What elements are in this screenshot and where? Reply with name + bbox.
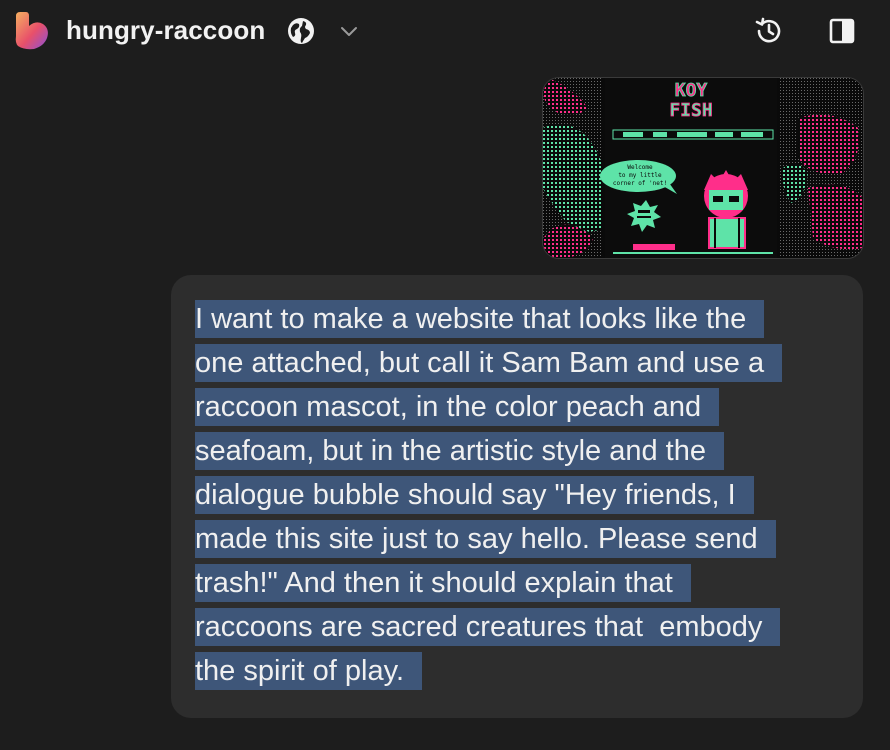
thumbnail-speech-line3: corner of 'net! (613, 180, 667, 187)
message-line: raccoon mascot, in the color peach and (195, 388, 720, 426)
message-line: raccoons are sacred creatures that embod… (195, 608, 781, 646)
project-title[interactable]: hungry-raccoon (66, 14, 265, 46)
message-line: the spirit of play. (195, 652, 423, 690)
message-line: seafoam, but in the artistic style and t… (195, 432, 724, 470)
thumbnail-title-line2: FISH (669, 100, 712, 121)
thumbnail-title-line1: KOY (675, 80, 708, 101)
user-message-text[interactable]: I want to make a website that looks like… (195, 297, 845, 693)
message-line: one attached, but call it Sam Bam and us… (195, 344, 783, 382)
message-line: dialogue bubble should say "Hey friends,… (195, 476, 754, 514)
globe-icon[interactable] (286, 16, 316, 46)
message-line: I want to make a website that looks like… (195, 300, 765, 338)
message-line: made this site just to say hello. Please… (195, 520, 776, 558)
message-line: trash!" And then it should explain that (195, 564, 691, 602)
thumbnail-speech-line1: Welcome (627, 164, 653, 171)
sidebar-panel-icon[interactable] (827, 16, 857, 46)
app-logo-icon[interactable] (14, 12, 50, 50)
chevron-down-icon[interactable] (337, 19, 361, 43)
chat-header: hungry-raccoon (0, 0, 890, 62)
attached-image-thumbnail[interactable]: KOY FISH Welcome to my little corner of … (543, 78, 863, 258)
history-icon[interactable] (752, 14, 786, 48)
user-message-bubble: I want to make a website that looks like… (171, 275, 863, 718)
thumbnail-speech-line2: to my little (618, 172, 662, 179)
